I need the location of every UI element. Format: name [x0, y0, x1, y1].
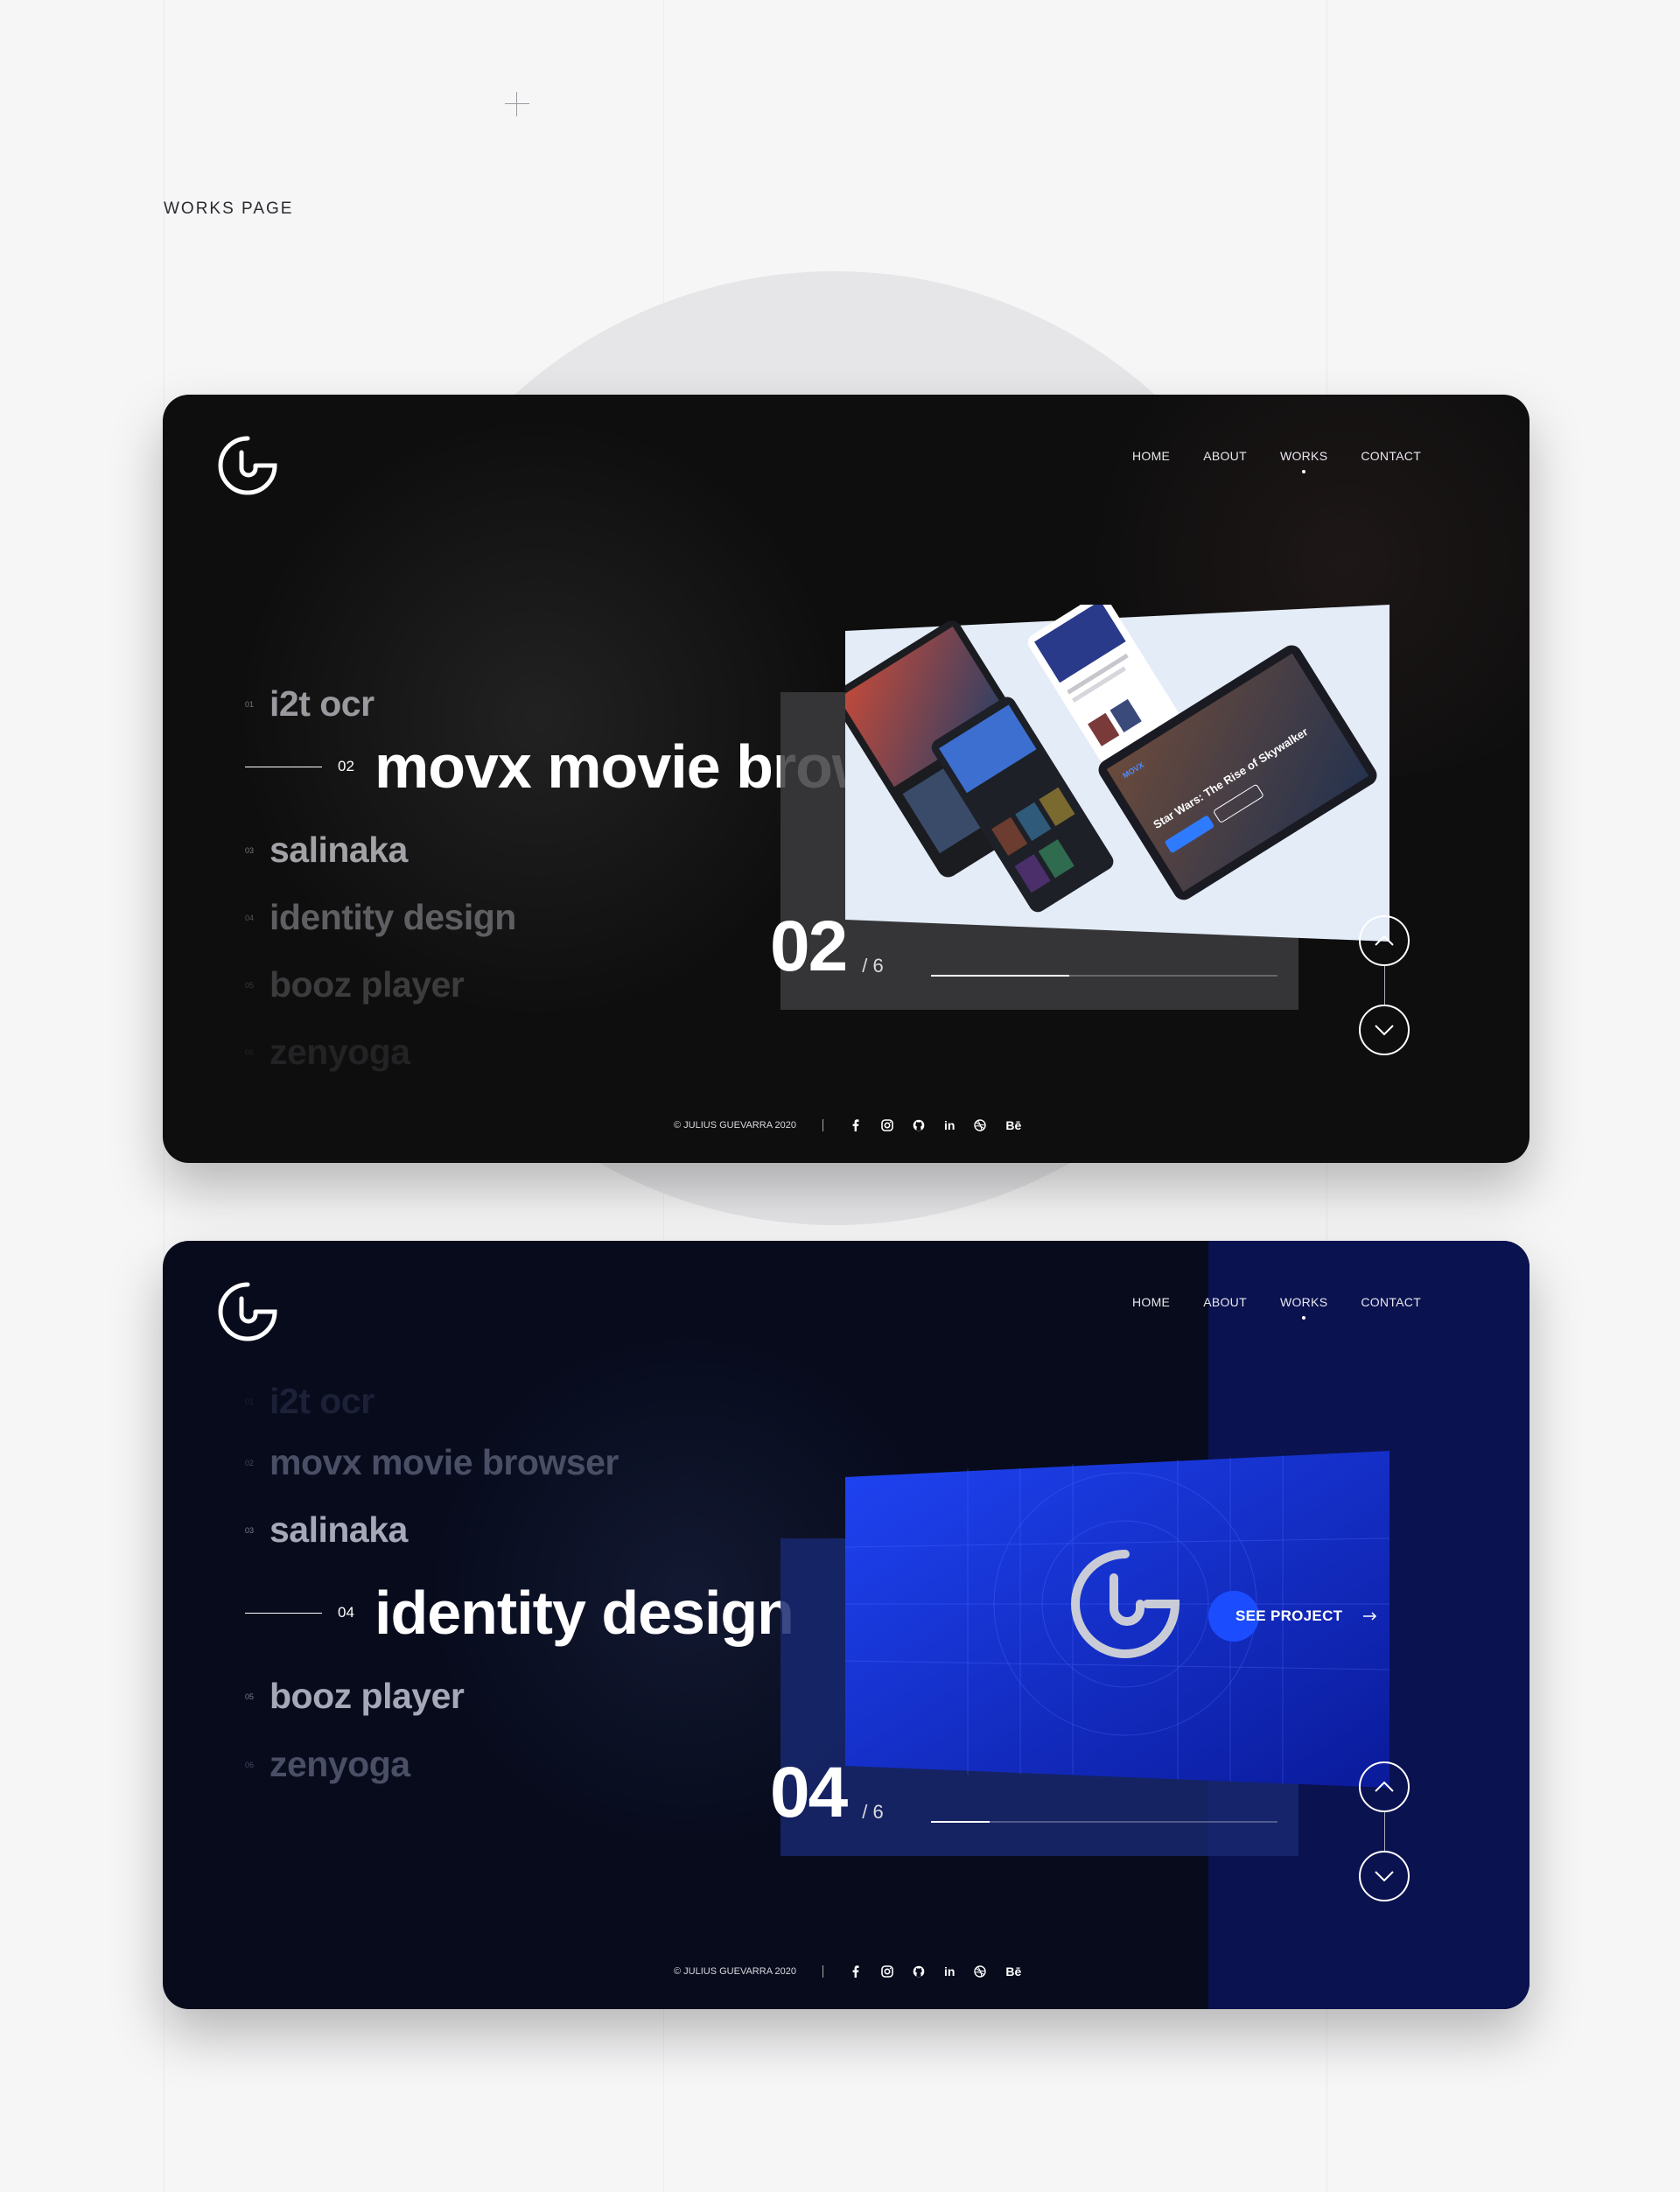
- nav-home[interactable]: HOME: [1132, 1295, 1170, 1309]
- main-nav: HOME ABOUT WORKS CONTACT: [1132, 449, 1421, 473]
- works-list-item[interactable]: 01 i2t ocr: [245, 683, 374, 725]
- instagram-icon[interactable]: [881, 1119, 893, 1131]
- facebook-icon[interactable]: [850, 1965, 862, 1978]
- github-icon[interactable]: [913, 1119, 925, 1131]
- behance-icon[interactable]: Bē: [1005, 1118, 1021, 1132]
- arrow-right-icon: [1363, 1612, 1377, 1621]
- plus-icon: [505, 92, 529, 116]
- chevron-down-icon: [1375, 1025, 1394, 1036]
- slide-counter: 02 / 6: [770, 911, 884, 983]
- arrow-divider: [1383, 966, 1385, 1005]
- works-list-item[interactable]: 03 salinaka: [245, 830, 408, 871]
- social-links: in Bē: [850, 1964, 1021, 1978]
- footer: © JULIUS GUEVARRA 2020 in Bē: [674, 1118, 1021, 1132]
- footer-divider: [822, 1119, 823, 1131]
- works-list-item[interactable]: 06 zenyoga: [245, 1744, 410, 1785]
- current-slide: 04: [770, 1753, 848, 1832]
- instagram-icon[interactable]: [881, 1965, 893, 1978]
- page-label: WORKS PAGE: [164, 200, 294, 218]
- linkedin-icon[interactable]: in: [944, 1118, 955, 1132]
- slide-progress-fill: [931, 975, 1070, 977]
- slide-counter: 04 / 6: [770, 1757, 884, 1829]
- footer: © JULIUS GUEVARRA 2020 in Bē: [674, 1964, 1021, 1978]
- total-slides: / 6: [862, 955, 884, 977]
- footer-divider: [822, 1965, 823, 1978]
- next-slide-button[interactable]: [1359, 1005, 1410, 1055]
- nav-about[interactable]: ABOUT: [1203, 449, 1247, 463]
- slide-progress: [931, 1821, 1278, 1823]
- works-list-item[interactable]: 05 booz player: [245, 1676, 465, 1717]
- nav-about[interactable]: ABOUT: [1203, 1295, 1247, 1309]
- current-slide: 02: [770, 907, 848, 986]
- next-slide-button[interactable]: [1359, 1851, 1410, 1901]
- works-screen-identity: HOME ABOUT WORKS CONTACT 01 i2t ocr 02 m…: [163, 1241, 1530, 2009]
- see-project-button[interactable]: SEE PROJECT: [1208, 1591, 1377, 1642]
- project-preview-movx[interactable]: MOVX Star Wars: The Rise of Skywalker: [845, 605, 1390, 955]
- prev-slide-button[interactable]: [1359, 1761, 1410, 1812]
- nav-works[interactable]: WORKS: [1280, 1295, 1327, 1320]
- chevron-up-icon: [1375, 935, 1394, 946]
- linkedin-icon[interactable]: in: [944, 1964, 955, 1978]
- total-slides: / 6: [862, 1801, 884, 1823]
- chevron-down-icon: [1375, 1871, 1394, 1882]
- arrow-divider: [1383, 1812, 1385, 1851]
- nav-works[interactable]: WORKS: [1280, 449, 1327, 473]
- chevron-up-icon: [1375, 1781, 1394, 1792]
- nav-contact[interactable]: CONTACT: [1361, 449, 1421, 463]
- behance-icon[interactable]: Bē: [1005, 1964, 1021, 1978]
- works-list-item[interactable]: 03 salinaka: [245, 1509, 408, 1551]
- works-screen-movx: HOME ABOUT WORKS CONTACT 01 i2t ocr 02 m…: [163, 395, 1530, 1163]
- works-list-item[interactable]: 04 identity design: [245, 897, 516, 938]
- nav-home[interactable]: HOME: [1132, 449, 1170, 463]
- slide-progress: [931, 975, 1278, 977]
- works-list-item[interactable]: 02 movx movie browser: [245, 1442, 619, 1483]
- social-links: in Bē: [850, 1118, 1021, 1132]
- slide-progress-fill: [931, 1821, 990, 1823]
- active-indicator: [245, 1612, 322, 1614]
- copyright: © JULIUS GUEVARRA 2020: [674, 1120, 796, 1131]
- dribbble-icon[interactable]: [974, 1119, 987, 1131]
- works-list-item[interactable]: 01 i2t ocr: [245, 1381, 374, 1422]
- copyright: © JULIUS GUEVARRA 2020: [674, 1966, 796, 1977]
- logo-icon[interactable]: [215, 433, 280, 498]
- logo-icon[interactable]: [215, 1279, 280, 1344]
- works-list-item[interactable]: 06 zenyoga: [245, 1032, 410, 1073]
- works-list-item[interactable]: 05 booz player: [245, 964, 465, 1005]
- works-list-item-active[interactable]: 04 identity design: [245, 1578, 794, 1648]
- prev-slide-button[interactable]: [1359, 915, 1410, 966]
- main-nav: HOME ABOUT WORKS CONTACT: [1132, 1295, 1421, 1320]
- facebook-icon[interactable]: [850, 1119, 862, 1131]
- github-icon[interactable]: [913, 1965, 925, 1978]
- nav-contact[interactable]: CONTACT: [1361, 1295, 1421, 1309]
- dribbble-icon[interactable]: [974, 1965, 987, 1978]
